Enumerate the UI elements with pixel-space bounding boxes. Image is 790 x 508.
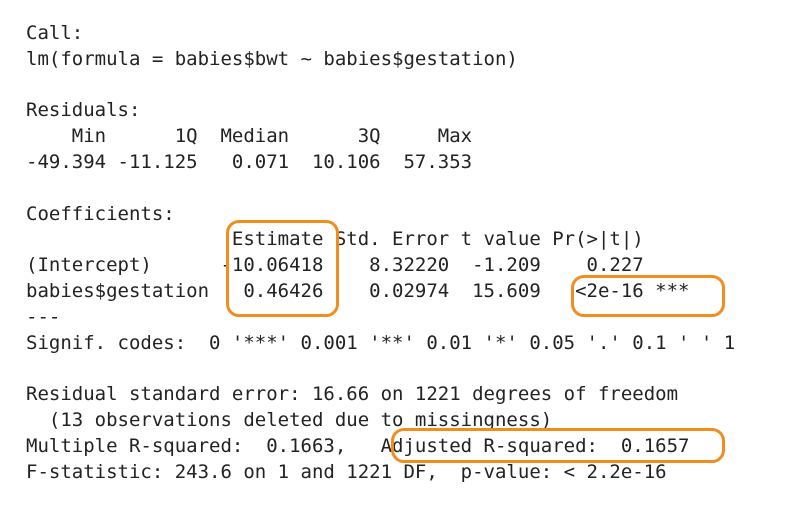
residual-standard-error: Residual standard error: 16.66 on 1221 d… bbox=[26, 383, 679, 406]
regression-output: Call: lm(formula = babies$bwt ~ babies$ge… bbox=[26, 21, 735, 485]
signif-codes: Signif. codes: 0 '***' 0.001 '**' 0.01 '… bbox=[26, 331, 736, 354]
residuals-quantile-labels: Min 1Q Median 3Q Max bbox=[26, 125, 484, 148]
coefficients-column-headers: Estimate Std. Error t value Pr(>|t|) bbox=[26, 228, 690, 251]
residuals-quantile-values: -49.394 -11.125 0.071 10.106 57.353 bbox=[26, 150, 484, 173]
r-squared-line: Multiple R-squared: 0.1663, Adjusted R-s… bbox=[26, 434, 701, 457]
coefficient-row-gestation: babies$gestation 0.46426 0.02974 15.609 … bbox=[26, 279, 690, 302]
call-formula: lm(formula = babies$bwt ~ babies$gestati… bbox=[26, 47, 518, 70]
coefficients-header: Coefficients: bbox=[26, 202, 175, 225]
coefficient-row-intercept: (Intercept) -10.06418 8.32220 -1.209 0.2… bbox=[26, 254, 690, 277]
call-header: Call: bbox=[26, 22, 84, 44]
missingness-note: (13 observations deleted due to missingn… bbox=[26, 408, 553, 431]
f-statistic-line: F-statistic: 243.6 on 1 and 1221 DF, p-v… bbox=[26, 460, 667, 483]
residuals-header: Residuals: bbox=[26, 99, 141, 122]
separator: --- bbox=[26, 305, 61, 328]
